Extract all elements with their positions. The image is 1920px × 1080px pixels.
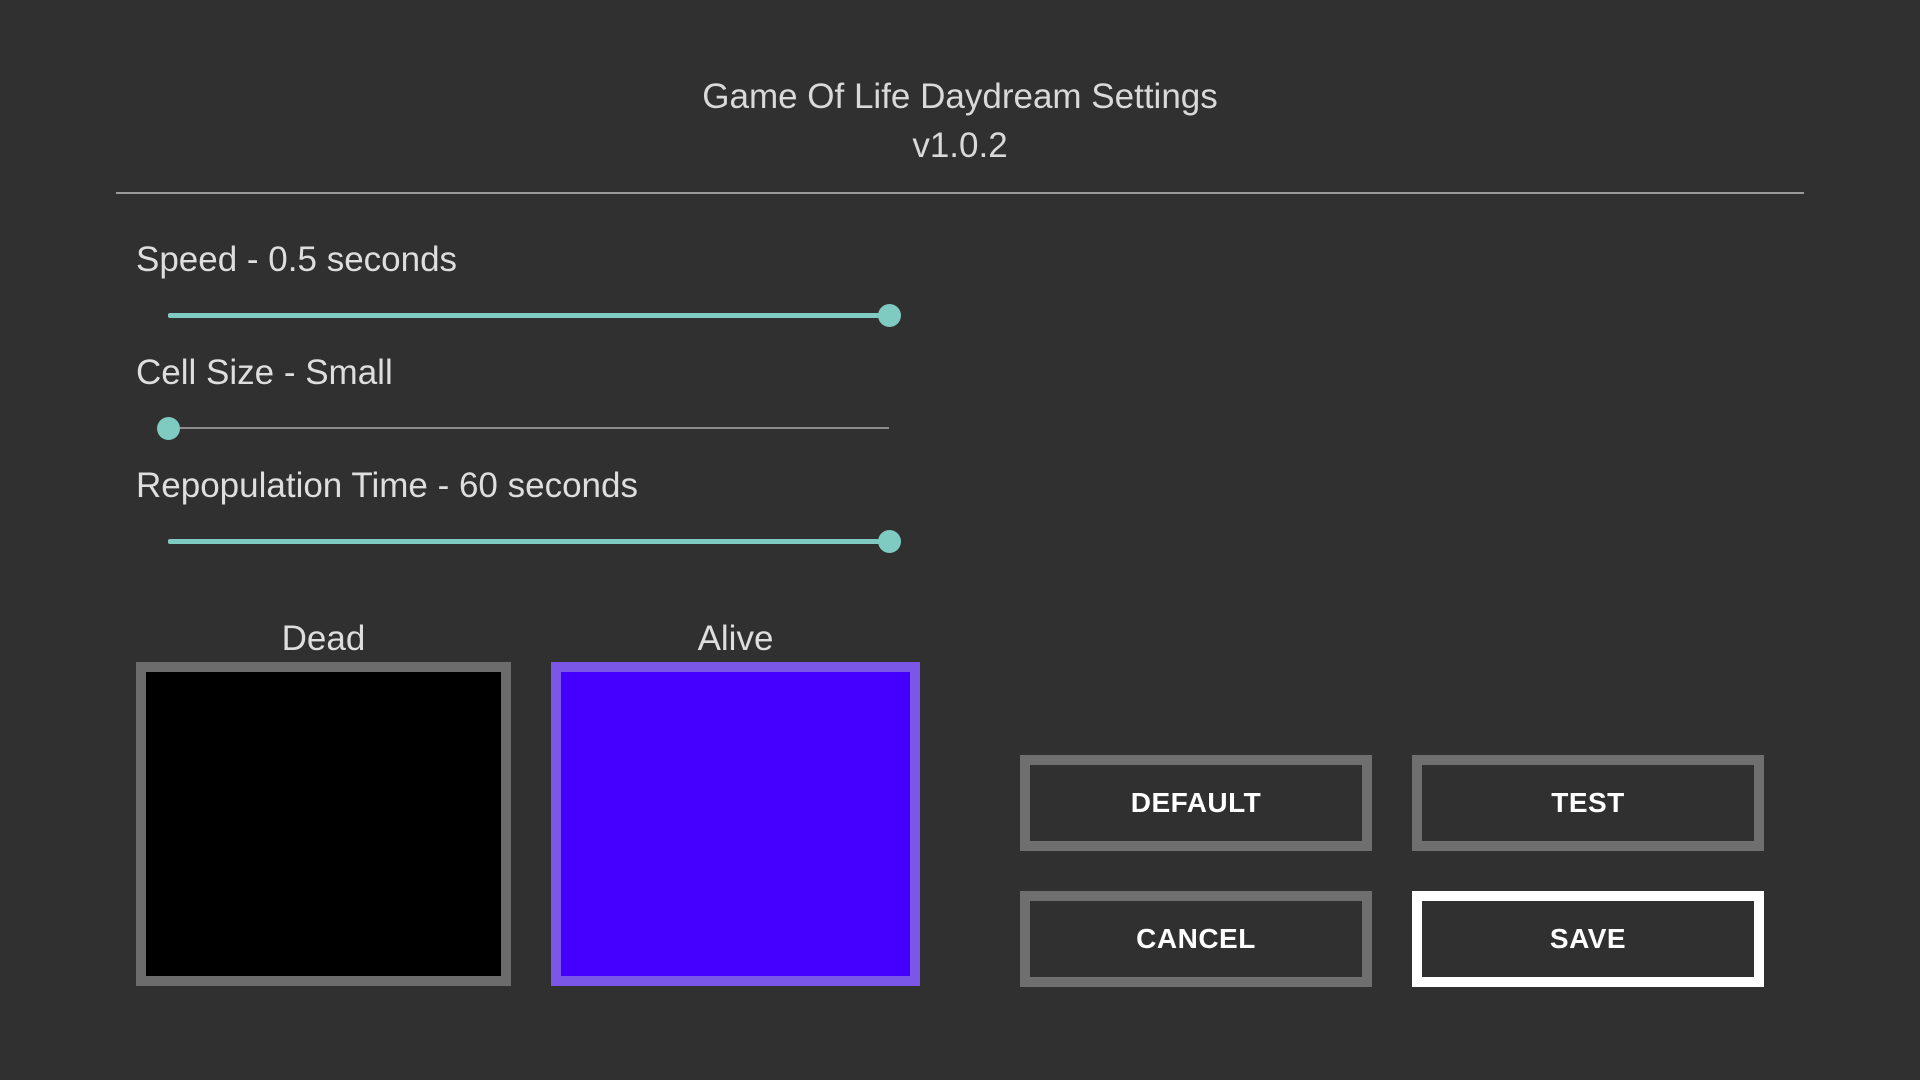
speed-slider-fill — [168, 313, 889, 318]
repopulation-slider[interactable] — [168, 526, 901, 556]
header: Game Of Life Daydream Settings v1.0.2 — [0, 72, 1920, 170]
test-button[interactable]: TEST — [1412, 755, 1764, 851]
header-divider — [116, 192, 1804, 194]
page-title: Game Of Life Daydream Settings — [702, 77, 1218, 116]
version-label: v1.0.2 — [912, 126, 1008, 165]
settings-screen: Game Of Life Daydream Settings v1.0.2 Sp… — [0, 0, 1920, 1080]
speed-slider-thumb[interactable] — [878, 304, 901, 327]
dead-color-swatch[interactable] — [136, 662, 511, 986]
cancel-button[interactable]: CANCEL — [1020, 891, 1372, 987]
alive-color-label: Alive — [697, 619, 774, 658]
cell-size-label: Cell Size - Small — [136, 353, 393, 392]
save-button[interactable]: SAVE — [1412, 891, 1764, 987]
alive-color-swatch[interactable] — [551, 662, 920, 986]
speed-slider[interactable] — [168, 300, 901, 330]
speed-label: Speed - 0.5 seconds — [136, 240, 458, 279]
repopulation-label: Repopulation Time - 60 seconds — [136, 466, 638, 505]
dead-color-label: Dead — [281, 619, 366, 658]
repopulation-slider-fill — [168, 539, 889, 544]
cell-size-slider-track — [168, 427, 889, 429]
default-button[interactable]: DEFAULT — [1020, 755, 1372, 851]
cell-size-slider-thumb[interactable] — [157, 417, 180, 440]
cell-size-slider[interactable] — [157, 413, 889, 443]
repopulation-slider-thumb[interactable] — [878, 530, 901, 553]
